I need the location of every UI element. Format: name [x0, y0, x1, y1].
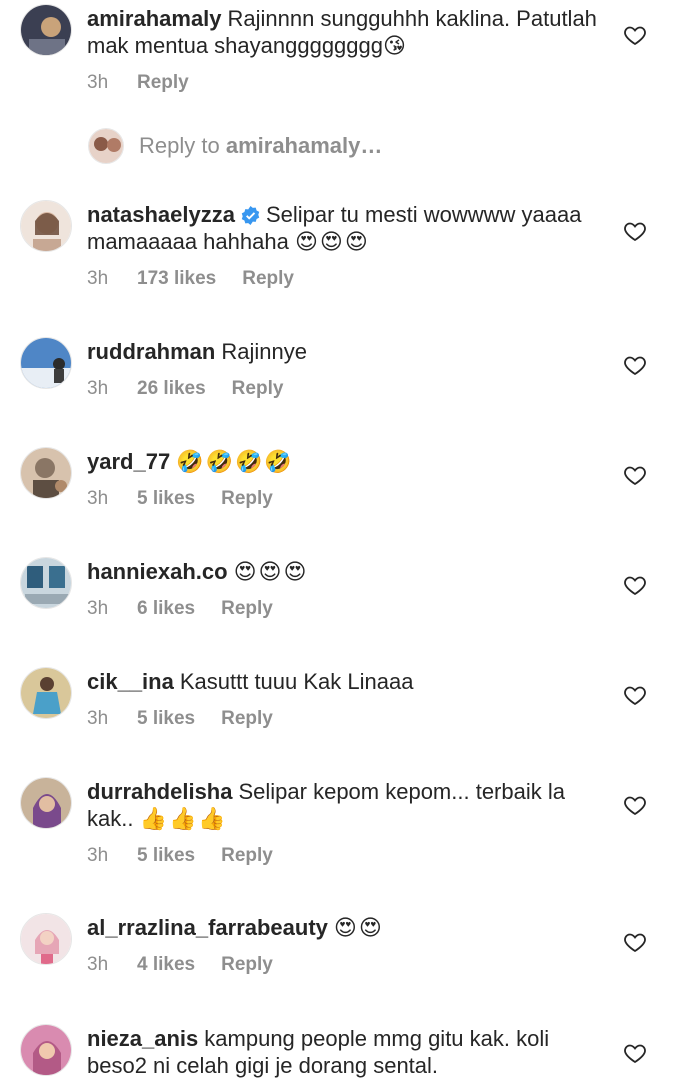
comments-screen: amirahamaly Rajinnnn sungguhhh kaklina. P… [0, 0, 681, 1080]
reply-button[interactable]: Reply [221, 953, 273, 977]
avatar[interactable] [20, 557, 72, 609]
reply-button[interactable]: Reply [221, 844, 273, 868]
heart-icon[interactable] [623, 353, 647, 377]
reply-prompt[interactable]: Reply to amirahamaly… [139, 133, 382, 159]
comment-time: 3h [87, 268, 109, 289]
heart-icon[interactable] [623, 1041, 647, 1065]
likes-count[interactable]: 5 likes [137, 844, 195, 868]
comment-text: Rajinnye [221, 339, 307, 364]
likes-count[interactable]: 26 likes [137, 377, 206, 401]
heart-icon[interactable] [623, 793, 647, 817]
avatar[interactable] [20, 667, 72, 719]
likes-count[interactable]: 6 likes [137, 597, 195, 621]
reply-button[interactable]: Reply [221, 597, 273, 621]
comment-emojis: 👍👍👍 [139, 806, 228, 831]
comment-emojis: 🤣🤣🤣🤣 [176, 449, 294, 474]
likes-count[interactable]: 4 likes [137, 953, 195, 977]
comment-time: 3h [87, 378, 109, 399]
reply-button[interactable]: Reply [242, 267, 294, 291]
comment-username[interactable]: amirahamaly [87, 6, 222, 31]
reply-button[interactable]: Reply [221, 707, 273, 731]
verified-badge-icon [241, 206, 260, 225]
heart-icon[interactable] [623, 573, 647, 597]
avatar[interactable] [20, 200, 72, 252]
reply-button[interactable]: Reply [221, 487, 273, 511]
comment-time: 3h [87, 845, 109, 866]
comment-time: 3h [87, 954, 109, 975]
comment-username[interactable]: durrahdelisha [87, 779, 232, 804]
comment-time: 3h [87, 488, 109, 509]
avatar[interactable] [20, 447, 72, 499]
heart-icon[interactable] [623, 463, 647, 487]
comment-username[interactable]: natashaelyzza [87, 202, 235, 227]
heart-icon[interactable] [623, 683, 647, 707]
likes-count[interactable]: 5 likes [137, 707, 195, 731]
avatar[interactable] [20, 777, 72, 829]
comment-username[interactable]: hanniexah.co [87, 559, 228, 584]
comment-time: 3h [87, 708, 109, 729]
comment-emojis: 😍😍😍 [233, 559, 309, 584]
comment-username[interactable]: cik__ina [87, 669, 174, 694]
avatar[interactable] [20, 4, 72, 56]
comment-username[interactable]: al_rrazlina_farrabeauty [87, 915, 328, 940]
avatar[interactable] [20, 1024, 72, 1076]
heart-icon[interactable] [623, 23, 647, 47]
comment-emojis: 😍😍😍 [294, 229, 370, 254]
reply-button[interactable]: Reply [137, 71, 189, 95]
comment-username[interactable]: yard_77 [87, 449, 170, 474]
reply-input-bar[interactable]: Reply to amirahamaly… [0, 124, 681, 168]
heart-icon[interactable] [623, 219, 647, 243]
likes-count[interactable]: 173 likes [137, 267, 216, 291]
comment-text: Kasuttt tuuu Kak Linaaa [179, 669, 414, 694]
avatar[interactable] [20, 913, 72, 965]
heart-icon[interactable] [623, 930, 647, 954]
comment-time: 3h [87, 72, 109, 93]
comment-emojis: 😍😍 [333, 915, 384, 940]
likes-count[interactable]: 5 likes [137, 487, 195, 511]
own-avatar [88, 128, 124, 164]
comment-time: 3h [87, 598, 109, 619]
reply-button[interactable]: Reply [232, 377, 284, 401]
comment-username[interactable]: nieza_anis [87, 1026, 198, 1051]
avatar[interactable] [20, 337, 72, 389]
comment-username[interactable]: ruddrahman [87, 339, 215, 364]
